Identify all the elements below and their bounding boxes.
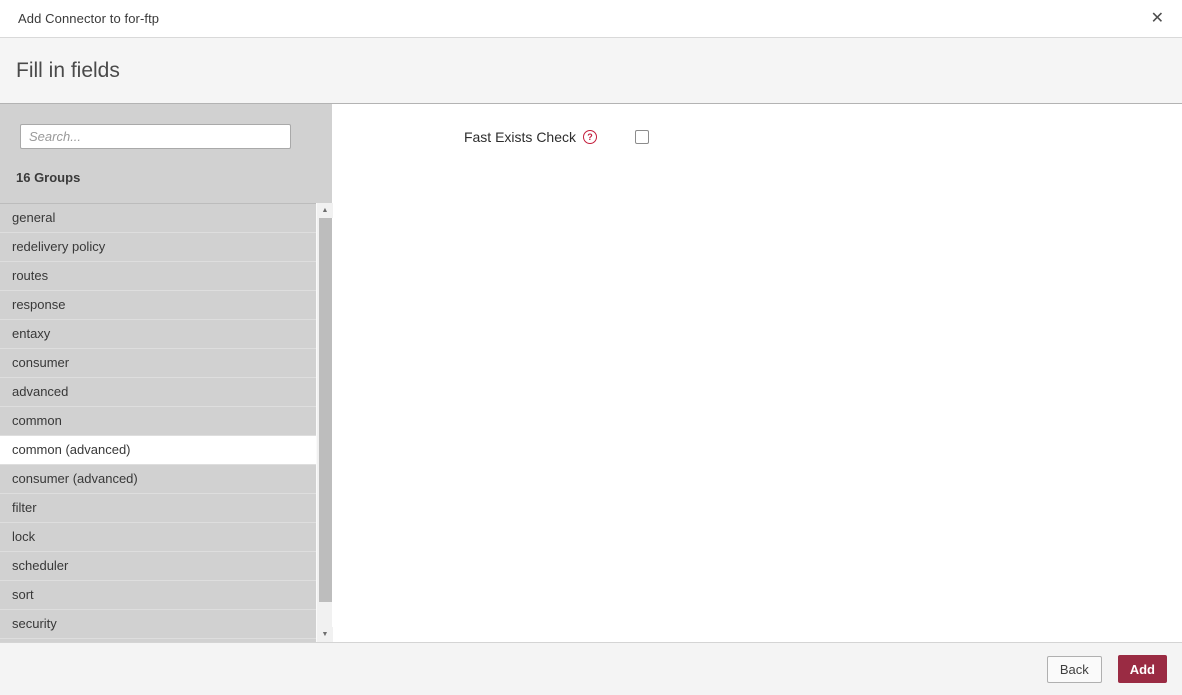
dialog-title: Add Connector to for-ftp — [18, 11, 160, 26]
scroll-up-icon[interactable]: ▲ — [317, 203, 333, 218]
group-item-lock[interactable]: lock — [0, 523, 316, 552]
group-item-consumer[interactable]: consumer — [0, 349, 316, 378]
page-title: Fill in fields — [16, 58, 120, 82]
dialog-titlebar: Add Connector to for-ftp ✕ — [0, 0, 1182, 38]
group-item-entaxy[interactable]: entaxy — [0, 320, 316, 349]
group-item-consumer-advanced[interactable]: consumer (advanced) — [0, 465, 316, 494]
field-row-fast-exists-check: Fast Exists Check ? — [332, 129, 1182, 145]
group-item-sort[interactable]: sort — [0, 581, 316, 610]
add-button[interactable]: Add — [1117, 655, 1167, 683]
group-item-redelivery-policy[interactable]: redelivery policy — [0, 233, 316, 262]
help-icon[interactable]: ? — [583, 130, 597, 144]
scroll-down-icon[interactable]: ▼ — [317, 627, 333, 642]
group-item-common-advanced[interactable]: common (advanced) — [0, 436, 316, 465]
search-input[interactable] — [20, 124, 291, 149]
scrollbar-thumb[interactable] — [319, 218, 332, 602]
group-item-routes[interactable]: routes — [0, 262, 316, 291]
group-list-scrollbar[interactable]: ▲ ▼ — [316, 203, 333, 642]
dialog-footer: Back Add — [0, 642, 1182, 695]
fields-panel: Fast Exists Check ? — [332, 104, 1182, 642]
groups-count-label: 16 Groups — [16, 170, 81, 185]
group-item-scheduler[interactable]: scheduler — [0, 552, 316, 581]
group-list: general redelivery policy routes response en… — [0, 203, 316, 642]
groups-sidebar: 16 Groups generalredelivery policyroutes… — [0, 104, 333, 642]
add-connector-dialog: Add Connector to for-ftp ✕ Fill in field… — [0, 0, 1182, 695]
back-button[interactable]: Back — [1046, 655, 1102, 683]
close-icon[interactable]: ✕ — [1149, 9, 1166, 29]
group-item-advanced[interactable]: advanced — [0, 378, 316, 407]
group-item-filter[interactable]: filter — [0, 494, 316, 523]
field-label: Fast Exists Check — [463, 129, 576, 145]
field-label-wrap: Fast Exists Check ? — [332, 129, 597, 145]
group-item-response[interactable]: response — [0, 291, 316, 320]
dialog-body: 16 Groups generalredelivery policyroutes… — [0, 104, 1182, 642]
fast-exists-check-checkbox[interactable] — [635, 130, 649, 144]
group-item-general[interactable]: general — [0, 204, 316, 233]
group-item-security[interactable]: security — [0, 610, 316, 639]
dialog-subheader: Fill in fields — [0, 38, 1182, 104]
group-item-common[interactable]: common — [0, 407, 316, 436]
